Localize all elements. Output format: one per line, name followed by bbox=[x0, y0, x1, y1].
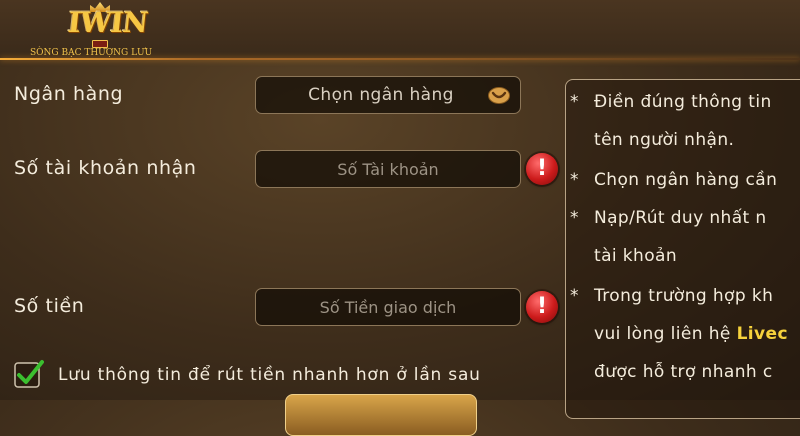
info-line: vui lòng liên hệ Livec bbox=[594, 324, 788, 344]
bullet: * bbox=[570, 170, 579, 190]
info-line: được hỗ trợ nhanh c bbox=[594, 362, 773, 382]
save-info-checkbox[interactable] bbox=[14, 359, 44, 389]
logo-text: IWIN bbox=[66, 6, 149, 39]
bullet: * bbox=[570, 208, 579, 228]
warning-icon[interactable]: ! bbox=[526, 153, 558, 185]
bank-label: Ngân hàng bbox=[14, 83, 124, 105]
account-number-input[interactable] bbox=[256, 150, 520, 188]
submit-button[interactable] bbox=[285, 394, 477, 436]
info-line: * Điền đúng thông tin bbox=[570, 92, 772, 112]
bank-select[interactable]: Chọn ngân hàng bbox=[255, 76, 521, 114]
info-line: * Nạp/Rút duy nhất n bbox=[570, 208, 767, 228]
livechat-link[interactable]: Livec bbox=[737, 324, 788, 344]
bank-select-value: Chọn ngân hàng bbox=[308, 85, 454, 105]
chevron-down-icon bbox=[488, 87, 510, 104]
logo[interactable]: IWIN SÒNG BẠC THƯỢNG LƯU bbox=[30, 2, 180, 58]
save-info-label: Lưu thông tin để rút tiền nhanh hơn ở lầ… bbox=[58, 365, 481, 385]
account-number-field[interactable] bbox=[255, 150, 521, 188]
warning-icon[interactable]: ! bbox=[526, 291, 558, 323]
amount-input[interactable] bbox=[256, 288, 520, 326]
info-line: * Trong trường hợp kh bbox=[570, 286, 774, 306]
logo-tagline: SÒNG BẠC THƯỢNG LƯU bbox=[30, 48, 153, 58]
bullet: * bbox=[570, 286, 579, 306]
info-panel: * Điền đúng thông tin tên người nhận. * Ch… bbox=[565, 79, 800, 419]
logo-badge bbox=[92, 40, 108, 48]
amount-field[interactable] bbox=[255, 288, 521, 326]
account-label: Số tài khoản nhận bbox=[14, 157, 197, 179]
bullet: * bbox=[570, 92, 579, 112]
info-line: * Chọn ngân hàng cần bbox=[570, 170, 778, 190]
amount-label: Số tiền bbox=[14, 295, 85, 317]
info-line: tên người nhận. bbox=[594, 130, 735, 150]
top-bar-divider bbox=[0, 58, 800, 60]
info-line: tài khoản bbox=[594, 246, 678, 266]
